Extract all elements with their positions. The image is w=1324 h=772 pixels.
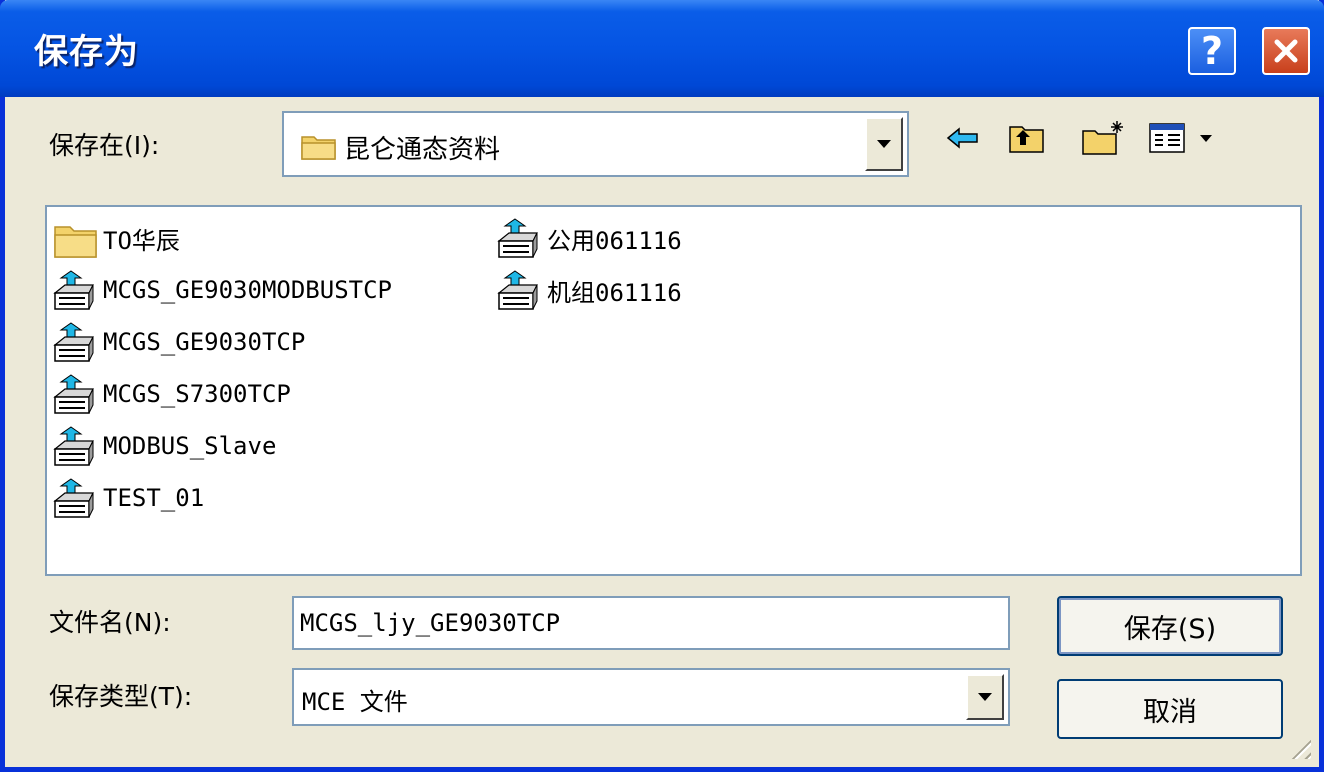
mcgs-project-icon [53, 478, 94, 518]
list-item-folder[interactable]: TO华辰 [51, 215, 180, 261]
up-folder-icon [1009, 126, 1044, 153]
mcgs-project-icon [53, 426, 94, 466]
filetype-value: MCE 文件 [302, 688, 408, 716]
save-in-dropdown[interactable]: 昆仑通态资料 [282, 111, 909, 177]
filename-label: 文件名(N): [49, 608, 171, 637]
file-name: TEST_01 [103, 484, 205, 512]
list-item-project[interactable]: MODBUS_Slave [51, 423, 276, 469]
back-arrow-icon [946, 127, 978, 149]
filename-input[interactable] [300, 602, 1002, 644]
filetype-label: 保存类型(T): [49, 682, 193, 711]
chevron-down-icon [877, 140, 891, 148]
help-icon: ? [1200, 29, 1224, 73]
folder-icon [54, 226, 97, 258]
mcgs-project-icon [53, 270, 94, 310]
resize-grip[interactable] [1285, 733, 1311, 759]
filename-field[interactable] [292, 596, 1010, 650]
mcgs-project-icon [53, 374, 94, 414]
save-button[interactable]: 保存(S) [1057, 596, 1283, 656]
save-in-value: 昆仑通态资料 [344, 135, 501, 165]
close-button[interactable] [1262, 27, 1310, 75]
list-item-project[interactable]: TEST_01 [51, 475, 204, 521]
file-name: MCGS_S7300TCP [103, 380, 291, 408]
list-item-project[interactable]: 机组061116 [495, 267, 682, 313]
mcgs-project-icon [53, 322, 94, 362]
save-in-label: 保存在(I): [49, 131, 160, 160]
dialog-title: 保存为 [34, 32, 139, 72]
mcgs-project-icon [497, 270, 538, 310]
save-as-dialog: 保存为 ? 保存在(I): 昆仑通态资料 TO华辰 MCGS_GE9030MOD… [0, 0, 1324, 772]
file-name: 机组061116 [547, 278, 682, 307]
new-folder-icon [1082, 121, 1123, 155]
view-menu-button[interactable] [1148, 118, 1218, 158]
file-name: MODBUS_Slave [103, 432, 277, 460]
help-button[interactable]: ? [1188, 27, 1236, 75]
close-icon [1274, 39, 1298, 63]
cancel-button[interactable]: 取消 [1057, 679, 1283, 739]
back-button[interactable] [945, 118, 981, 158]
file-name: 公用061116 [547, 226, 682, 255]
up-folder-button[interactable] [1008, 118, 1046, 158]
folder-icon [301, 136, 336, 160]
new-folder-button[interactable] [1081, 118, 1129, 158]
file-list[interactable]: TO华辰 MCGS_GE9030MODBUSTCP MCGS_GE9030TCP [45, 205, 1302, 576]
mcgs-project-icon [497, 218, 538, 258]
list-item-project[interactable]: MCGS_S7300TCP [51, 371, 291, 417]
chevron-down-icon [978, 693, 992, 701]
file-name: MCGS_GE9030MODBUSTCP [103, 276, 392, 304]
file-name: MCGS_GE9030TCP [103, 328, 306, 356]
save-in-dropdown-button[interactable] [865, 117, 903, 171]
title-bar[interactable]: 保存为 ? [0, 0, 1324, 97]
list-item-project[interactable]: MCGS_GE9030TCP [51, 319, 305, 365]
filetype-dropdown[interactable]: MCE 文件 [292, 668, 1010, 726]
filetype-dropdown-button[interactable] [966, 674, 1004, 720]
file-name: TO华辰 [103, 226, 180, 255]
view-menu-icon [1149, 123, 1212, 153]
list-item-project[interactable]: 公用061116 [495, 215, 682, 261]
list-item-project[interactable]: MCGS_GE9030MODBUSTCP [51, 267, 392, 313]
